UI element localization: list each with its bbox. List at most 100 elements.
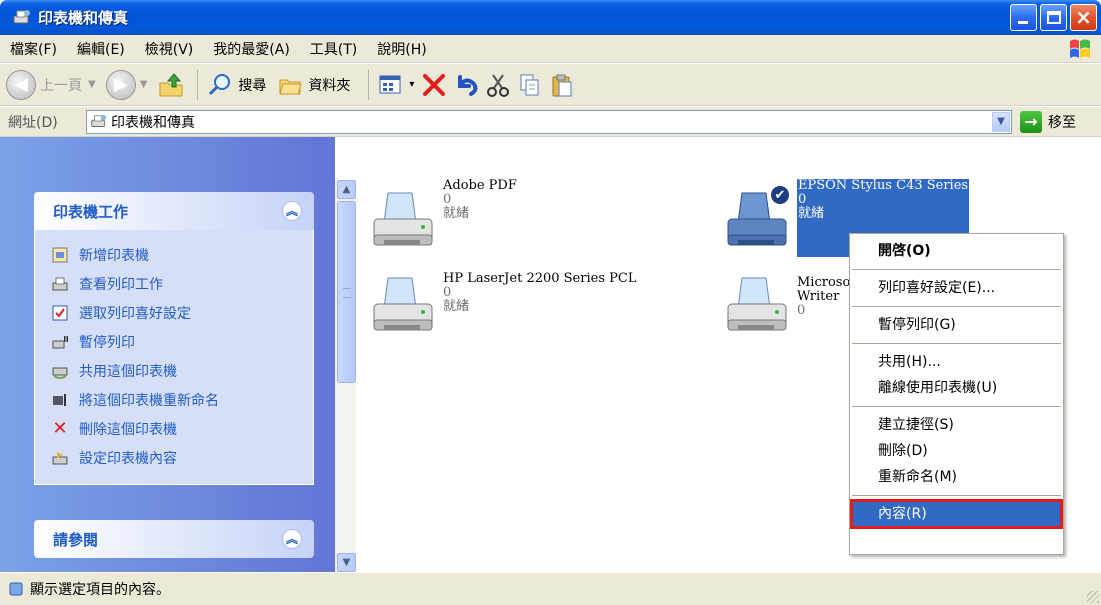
back-label: 上一頁 xyxy=(40,77,82,94)
folders-icon xyxy=(276,71,304,99)
status-text: 顯示選定項目的內容。 xyxy=(30,582,170,598)
collapse-icon[interactable]: ︽ xyxy=(282,529,302,549)
task-see-print-jobs[interactable]: 查看列印工作 xyxy=(51,269,313,298)
search-label: 搜尋 xyxy=(238,77,267,94)
printer-microsoft-writer[interactable]: Microso Writer 0 xyxy=(722,272,850,342)
address-input[interactable]: 印表機和傳真 ▼ xyxy=(86,110,1012,134)
title-bar: 印表機和傳真 × xyxy=(0,0,1101,35)
search-button[interactable]: 搜尋 xyxy=(206,71,266,99)
back-dropdown-icon[interactable]: ▼ xyxy=(88,79,96,90)
task-label: 新增印表機 xyxy=(79,247,149,264)
cut-icon[interactable] xyxy=(484,71,512,99)
undo-icon[interactable] xyxy=(452,71,480,99)
printer-name: Microso xyxy=(797,275,851,290)
task-label: 暫停列印 xyxy=(79,334,135,351)
info-icon xyxy=(8,581,24,597)
window-title: 印表機和傳真 xyxy=(38,9,129,27)
menu-use-offline[interactable]: 離線使用印表機(U) xyxy=(850,375,1063,401)
go-label: 移至 xyxy=(1048,115,1076,131)
vertical-scrollbar[interactable]: ▲ ▼ xyxy=(335,180,356,572)
menu-bar: 檔案(F) 編輯(E) 檢視(V) 我的最愛(A) 工具(T) 說明(H) xyxy=(0,35,1101,63)
share-printer-icon xyxy=(51,362,69,380)
go-button[interactable]: → 移至 xyxy=(1020,111,1076,133)
printer-tasks-panel: 印表機工作 ︽ 新增印表機 查看列印工作 選取列印喜好設定 暫停列印 共用這個印… xyxy=(34,192,314,485)
menu-delete[interactable]: 刪除(D) xyxy=(850,438,1063,464)
printer-adobe-pdf[interactable]: Adobe PDF 0 就緒 xyxy=(368,179,517,257)
menu-separator xyxy=(852,343,1061,344)
task-printer-properties[interactable]: 設定印表機內容 xyxy=(51,443,313,472)
printer-status: 就緒 xyxy=(443,206,470,221)
printer-tasks-title: 印表機工作 xyxy=(53,202,129,221)
folders-label: 資料夾 xyxy=(308,77,351,94)
task-rename-printer[interactable]: 將這個印表機重新命名 xyxy=(51,385,313,414)
menu-file[interactable]: 檔案(F) xyxy=(10,39,57,59)
menu-edit[interactable]: 編輯(E) xyxy=(77,39,125,59)
scroll-down-icon[interactable]: ▼ xyxy=(337,553,356,572)
printer-status: 就緒 xyxy=(798,206,825,221)
scroll-up-icon[interactable]: ▲ xyxy=(337,180,356,199)
printer-status: 就緒 xyxy=(443,299,470,314)
delete-x-icon[interactable] xyxy=(420,71,448,99)
task-pause-printing[interactable]: 暫停列印 xyxy=(51,327,313,356)
forward-dropdown-icon[interactable]: ▼ xyxy=(140,79,148,90)
menu-pause-printing[interactable]: 暫停列印(G) xyxy=(850,312,1063,338)
address-value: 印表機和傳真 xyxy=(111,115,195,131)
scroll-thumb[interactable] xyxy=(337,201,356,383)
printer-doc-count: 0 xyxy=(797,303,806,318)
forward-arrow-icon: ▶ xyxy=(105,69,136,100)
printer-icon xyxy=(368,187,438,257)
menu-properties[interactable]: 內容(R) xyxy=(850,499,1063,529)
minimize-button[interactable] xyxy=(1010,4,1037,31)
close-button[interactable]: × xyxy=(1070,4,1097,31)
task-pane: 印表機工作 ︽ 新增印表機 查看列印工作 選取列印喜好設定 暫停列印 共用這個印… xyxy=(0,137,335,572)
menu-separator xyxy=(852,306,1061,307)
views-icon[interactable] xyxy=(377,71,405,99)
menu-printing-preferences[interactable]: 列印喜好設定(E)... xyxy=(850,275,1063,301)
views-dropdown-icon[interactable]: ▾ xyxy=(409,79,414,90)
printer-icon xyxy=(722,272,792,342)
task-label: 查看列印工作 xyxy=(79,276,163,293)
resize-grip-icon[interactable] xyxy=(1087,591,1099,603)
preferences-icon xyxy=(51,304,69,322)
task-printing-preferences[interactable]: 選取列印喜好設定 xyxy=(51,298,313,327)
task-label: 將這個印表機重新命名 xyxy=(79,392,219,409)
paste-icon[interactable] xyxy=(548,71,576,99)
printer-doc-count: 0 xyxy=(443,285,452,300)
up-folder-icon[interactable] xyxy=(157,71,185,99)
menu-sharing[interactable]: 共用(H)... xyxy=(850,349,1063,375)
menu-create-shortcut[interactable]: 建立捷徑(S) xyxy=(850,412,1063,438)
menu-tools[interactable]: 工具(T) xyxy=(310,39,357,59)
printers-folder-icon xyxy=(12,8,32,28)
task-share-printer[interactable]: 共用這個印表機 xyxy=(51,356,313,385)
printer-name: EPSON Stylus C43 Series xyxy=(798,178,969,193)
folders-button[interactable]: 資料夾 xyxy=(276,71,350,99)
forward-button[interactable]: ▶ ▼ xyxy=(105,69,148,100)
maximize-button[interactable] xyxy=(1040,4,1067,31)
menu-rename[interactable]: 重新命名(M) xyxy=(850,464,1063,490)
task-delete-printer[interactable]: ✕ 刪除這個印表機 xyxy=(51,414,313,443)
menu-view[interactable]: 檢視(V) xyxy=(145,39,194,59)
copy-icon[interactable] xyxy=(516,71,544,99)
see-also-header[interactable]: 請參閱 ︽ xyxy=(34,520,314,558)
printer-icon xyxy=(368,272,438,342)
menu-open[interactable]: 開啓(O) xyxy=(850,238,1063,264)
printer-tasks-list: 新增印表機 查看列印工作 選取列印喜好設定 暫停列印 共用這個印表機 將這個印表… xyxy=(34,230,314,485)
menu-favorites[interactable]: 我的最愛(A) xyxy=(213,39,290,59)
menu-separator xyxy=(852,495,1061,496)
printer-hp-laserjet[interactable]: HP LaserJet 2200 Series PCL 0 就緒 xyxy=(368,272,636,342)
delete-icon: ✕ xyxy=(52,418,68,439)
printer-tasks-header[interactable]: 印表機工作 ︽ xyxy=(34,192,314,230)
printer-icon-selected: ✔ xyxy=(722,185,792,257)
menu-separator xyxy=(852,269,1061,270)
address-dropdown-icon[interactable]: ▼ xyxy=(992,112,1010,132)
task-label: 選取列印喜好設定 xyxy=(79,305,191,322)
task-add-printer[interactable]: 新增印表機 xyxy=(51,240,313,269)
collapse-icon[interactable]: ︽ xyxy=(282,201,302,221)
printer-doc-count: 0 xyxy=(443,192,452,207)
toolbar: ◀ 上一頁 ▼ ▶ ▼ 搜尋 資料夾 ▾ xyxy=(0,64,1101,106)
task-label: 共用這個印表機 xyxy=(79,363,177,380)
back-button[interactable]: ◀ 上一頁 ▼ xyxy=(6,69,96,100)
menu-help[interactable]: 說明(H) xyxy=(377,39,426,59)
pause-printer-icon xyxy=(51,333,69,351)
status-bar: 顯示選定項目的內容。 xyxy=(0,572,1101,605)
